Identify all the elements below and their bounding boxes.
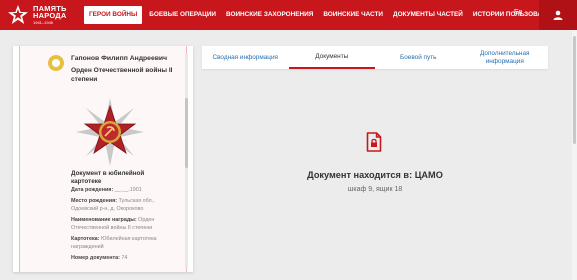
top-header: ПАМЯТЬ НАРОДА 1941–1945 ГЕРОИ ВОЙНЫ БОЕВ… [0, 0, 577, 30]
field-value: 74 [121, 255, 128, 261]
medal-icon [48, 55, 64, 71]
logo-years: 1941–1945 [33, 20, 54, 25]
person-name: Гапонов Филипп Андреевич [71, 55, 168, 62]
page-scrollbar-thumb[interactable] [573, 36, 576, 144]
field-birth-place: Место рождения: Тульская обл., Одоевский… [71, 198, 181, 213]
nav-item-burials[interactable]: ВОИНСКИЕ ЗАХОРОНЕНИЯ [223, 6, 316, 24]
tab-combat-path[interactable]: Боевой путь [375, 46, 462, 69]
logo-line2: НАРОДА [33, 11, 67, 20]
logo[interactable]: ПАМЯТЬ НАРОДА 1941–1945 [7, 4, 79, 26]
field-value: __.__.1901 [114, 187, 142, 193]
field-label: Номер документа: [71, 255, 120, 261]
star-logo-icon [8, 5, 28, 24]
order-medal-image [76, 98, 144, 166]
language-switch[interactable]: En [514, 9, 523, 16]
tab-additional-info[interactable]: Дополнительная информация [462, 46, 549, 69]
nav-item-heroes[interactable]: ГЕРОИ ВОЙНЫ [84, 6, 143, 24]
field-label: Место рождения: [71, 198, 118, 204]
document-type: Документ в юбилейной картотеке [71, 170, 145, 185]
nav-item-operations[interactable]: БОЕВЫЕ ОПЕРАЦИИ [146, 6, 219, 24]
field-card-index: Картотека: Юбилейная картотека награжден… [71, 236, 181, 251]
field-birth-date: Дата рождения: __.__.1901 [71, 187, 181, 195]
user-account-button[interactable] [539, 0, 577, 30]
card-scrollbar-thumb[interactable] [185, 98, 188, 168]
nav-item-units[interactable]: ВОИНСКИЕ ЧАСТИ [320, 6, 386, 24]
locked-document-icon [366, 132, 382, 152]
nav-item-unit-documents[interactable]: ДОКУМЕНТЫ ЧАСТЕЙ [390, 6, 466, 24]
tab-bar: Сводная информация Документы Боевой путь… [202, 46, 548, 69]
field-label: Наименование награды: [71, 217, 137, 223]
field-label: Картотека: [71, 236, 100, 242]
main-nav: ГЕРОИ ВОЙНЫ БОЕВЫЕ ОПЕРАЦИИ ВОИНСКИЕ ЗАХ… [84, 6, 570, 24]
document-shelf: шкаф 9, ящик 18 [347, 186, 403, 193]
award-title: Орден Отечественной войны II степени [71, 67, 173, 83]
field-label: Дата рождения: [71, 187, 114, 193]
tab-documents[interactable]: Документы [288, 46, 375, 69]
field-award-name: Наименование награды: Орден Отечественно… [71, 217, 181, 232]
field-document-number: Номер документа: 74 [71, 255, 181, 263]
tab-summary[interactable]: Сводная информация [202, 46, 289, 69]
user-icon [553, 10, 563, 20]
document-location: Документ находится в: ЦАМО [307, 170, 443, 180]
